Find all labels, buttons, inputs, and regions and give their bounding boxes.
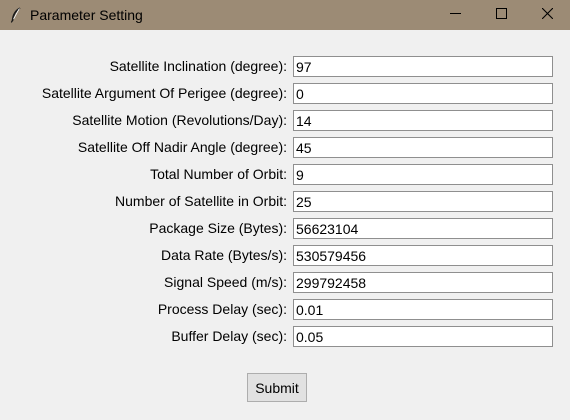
package-size-label: Package Size (Bytes):: [149, 220, 287, 236]
form-row-process-delay: Process Delay (sec):: [0, 299, 570, 320]
data-rate-input[interactable]: [293, 245, 553, 266]
off-nadir-angle-input[interactable]: [293, 137, 553, 158]
form-row-off-nadir-angle: Satellite Off Nadir Angle (degree):: [0, 137, 570, 158]
buffer-delay-input[interactable]: [293, 326, 553, 347]
signal-speed-input[interactable]: [293, 272, 553, 293]
form-row-argument-of-perigee: Satellite Argument Of Perigee (degree):: [0, 83, 570, 104]
minimize-icon: [449, 6, 461, 24]
satellites-per-orbit-input[interactable]: [293, 191, 553, 212]
maximize-icon: [495, 6, 507, 24]
title-bar[interactable]: Parameter Setting: [0, 0, 570, 30]
satellite-motion-label: Satellite Motion (Revolutions/Day):: [72, 112, 287, 128]
total-orbits-input[interactable]: [293, 164, 553, 185]
satellite-motion-input[interactable]: [293, 110, 553, 131]
process-delay-input[interactable]: [293, 299, 553, 320]
argument-of-perigee-label: Satellite Argument Of Perigee (degree):: [41, 85, 287, 101]
signal-speed-label: Signal Speed (m/s):: [164, 274, 287, 290]
process-delay-label: Process Delay (sec):: [157, 301, 287, 317]
close-button[interactable]: [524, 0, 570, 30]
form-row-satellites-per-orbit: Number of Satellite in Orbit:: [0, 191, 570, 212]
off-nadir-angle-label: Satellite Off Nadir Angle (degree):: [77, 139, 287, 155]
form-row-package-size: Package Size (Bytes):: [0, 218, 570, 239]
maximize-button[interactable]: [478, 0, 524, 30]
satellites-per-orbit-label: Number of Satellite in Orbit:: [115, 193, 287, 209]
form-row-total-orbits: Total Number of Orbit:: [0, 164, 570, 185]
form-row-buffer-delay: Buffer Delay (sec):: [0, 326, 570, 347]
window-title: Parameter Setting: [30, 7, 143, 23]
package-size-input[interactable]: [293, 218, 553, 239]
argument-of-perigee-input[interactable]: [293, 83, 553, 104]
form-row-signal-speed: Signal Speed (m/s):: [0, 272, 570, 293]
feather-icon: [9, 7, 23, 23]
inclination-input[interactable]: [293, 56, 553, 77]
data-rate-label: Data Rate (Bytes/s):: [160, 247, 287, 263]
minimize-button[interactable]: [432, 0, 478, 30]
buffer-delay-label: Buffer Delay (sec):: [171, 328, 287, 344]
total-orbits-label: Total Number of Orbit:: [150, 166, 287, 182]
inclination-label: Satellite Inclination (degree):: [109, 58, 287, 74]
form-row-inclination: Satellite Inclination (degree):: [0, 56, 570, 77]
submit-button[interactable]: Submit: [247, 373, 307, 402]
close-icon: [541, 6, 553, 24]
form-row-data-rate: Data Rate (Bytes/s):: [0, 245, 570, 266]
form-row-satellite-motion: Satellite Motion (Revolutions/Day):: [0, 110, 570, 131]
